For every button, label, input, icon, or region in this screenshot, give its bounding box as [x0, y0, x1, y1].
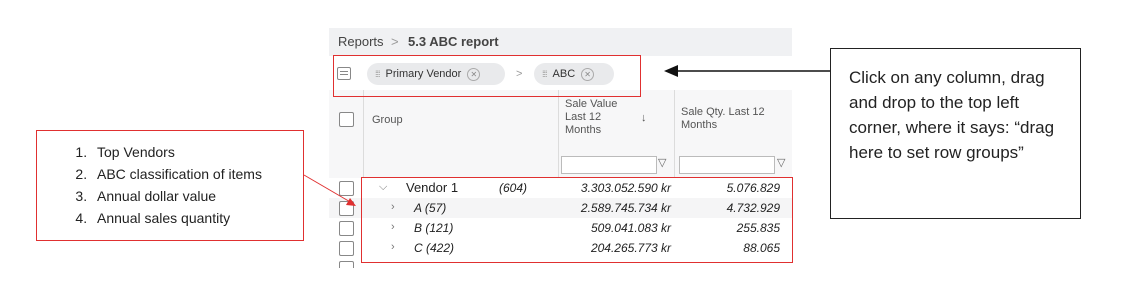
callout-arrowhead: [664, 65, 678, 77]
legend-arrow-line: [303, 174, 353, 204]
legend-arrowhead: [346, 198, 356, 206]
callout-text: Click on any column, drag and drop to th…: [849, 68, 1055, 162]
instruction-callout: Click on any column, drag and drop to th…: [830, 48, 1081, 219]
